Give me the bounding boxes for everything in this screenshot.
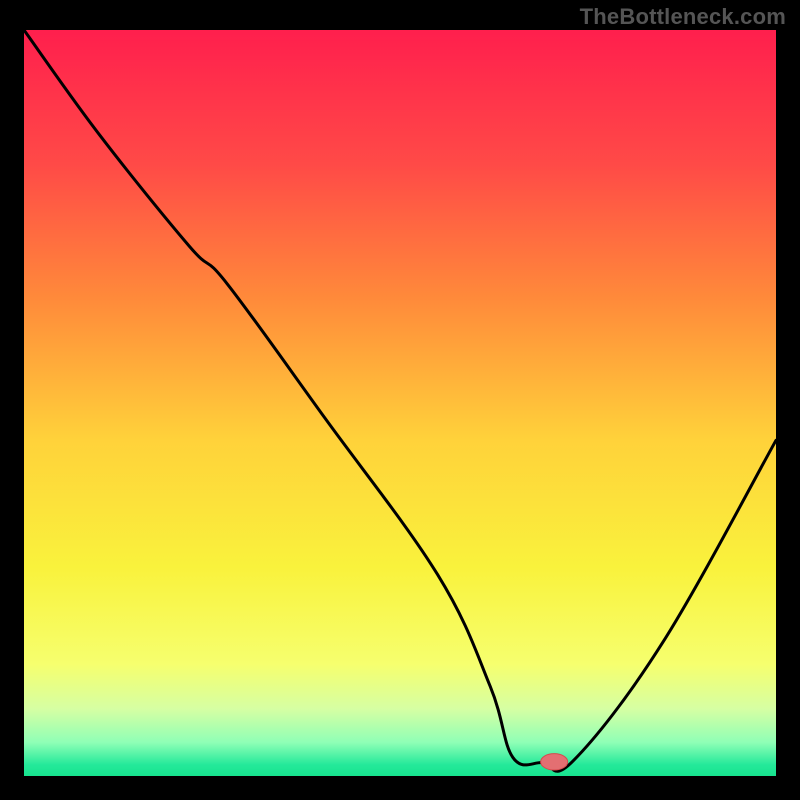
optimum-marker bbox=[541, 754, 568, 770]
heat-background bbox=[24, 30, 776, 776]
chart-frame: TheBottleneck.com bbox=[0, 0, 800, 800]
chart-svg bbox=[24, 30, 776, 776]
plot-area bbox=[24, 30, 776, 776]
watermark-text: TheBottleneck.com bbox=[580, 4, 786, 30]
